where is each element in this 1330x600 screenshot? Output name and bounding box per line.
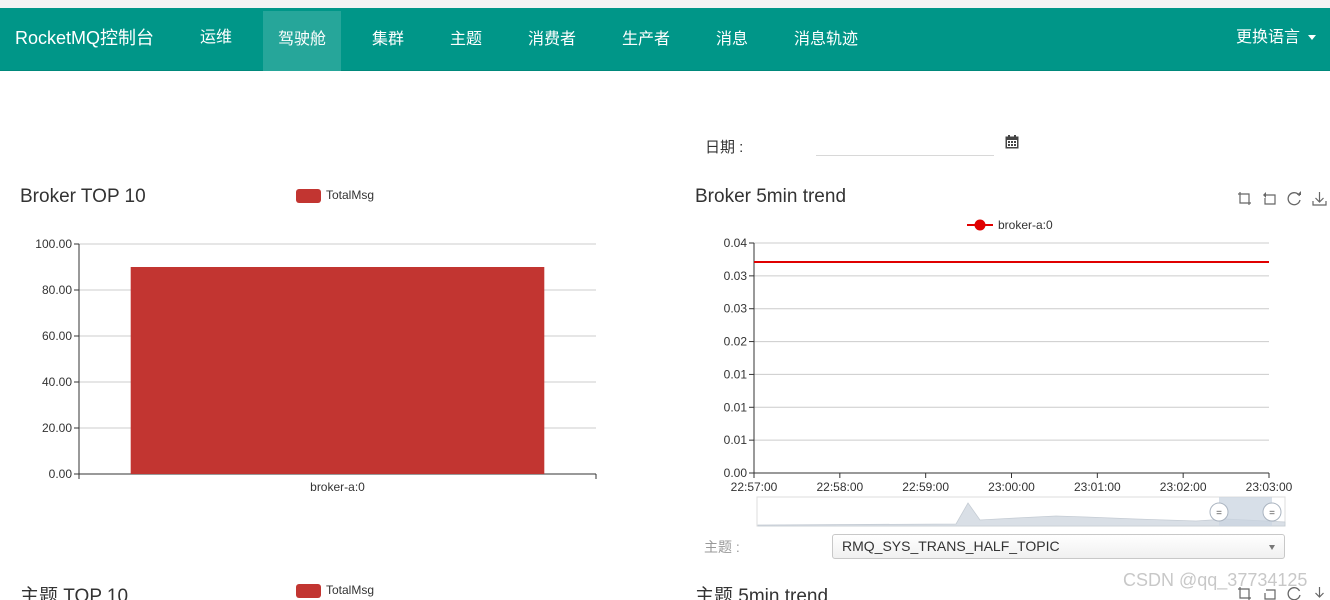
topic-top10-title: 主题 TOP 10: [20, 586, 129, 600]
y-tick-label: 60.00: [42, 329, 72, 343]
y-tick-label: 100.00: [35, 237, 72, 251]
nav-consumer[interactable]: 消费者: [512, 8, 592, 71]
date-label: 日期 :: [705, 139, 744, 156]
chevron-down-icon: [1308, 35, 1316, 41]
brand-title[interactable]: RocketMQ控制台: [15, 8, 154, 71]
topic-select[interactable]: RMQ_SYS_TRANS_HALF_TOPIC: [832, 534, 1285, 559]
broker-top10-title: Broker TOP 10: [20, 186, 146, 207]
trend-legend[interactable]: broker-a:0: [967, 218, 1053, 232]
y-tick-label: 0.03: [724, 269, 748, 283]
nav-cluster[interactable]: 集群: [358, 8, 418, 71]
x-tick-label: 23:03:00: [1246, 480, 1293, 494]
topic-select-value: RMQ_SYS_TRANS_HALF_TOPIC: [842, 538, 1060, 554]
broker-trend-title: Broker 5min trend: [695, 186, 847, 207]
x-tick-label: 22:59:00: [902, 480, 949, 494]
x-tick-label: 23:02:00: [1160, 480, 1207, 494]
nav-producer[interactable]: 生产者: [606, 8, 686, 71]
datazoom-slider[interactable]: = =: [756, 496, 1286, 531]
y-tick-label: 0.01: [724, 433, 748, 447]
nav-topic[interactable]: 主题: [436, 8, 496, 71]
language-dropdown[interactable]: 更换语言: [1236, 8, 1316, 71]
nav-message[interactable]: 消息: [702, 8, 762, 71]
x-tick-label: 23:00:00: [988, 480, 1035, 494]
date-field[interactable]: [816, 131, 994, 156]
legend-label[interactable]: TotalMsg: [326, 188, 374, 202]
trend-legend-label: broker-a:0: [998, 218, 1053, 232]
y-tick-label: 0.00: [724, 466, 748, 480]
broker-top10-chart: 0.00 20.00 40.00 60.00 80.00 100.00 broker-a:0: [35, 237, 597, 494]
y-tick-label: 40.00: [42, 375, 72, 389]
x-tick-label: broker-a:0: [310, 480, 365, 494]
svg-text:=: =: [1269, 508, 1275, 519]
svg-text:=: =: [1216, 508, 1222, 519]
y-tick-label: 80.00: [42, 283, 72, 297]
legend-swatch[interactable]: [296, 584, 321, 598]
legend-label[interactable]: TotalMsg: [326, 583, 374, 597]
download-icon[interactable]: [1312, 191, 1327, 206]
browser-top-strip: [0, 0, 1330, 8]
download-icon[interactable]: [1315, 587, 1324, 598]
x-tick-label: 23:01:00: [1074, 480, 1121, 494]
y-tick-label: 0.04: [724, 236, 748, 250]
nav-ops[interactable]: 运维: [186, 8, 246, 71]
watermark: CSDN @qq_37734125: [1123, 570, 1308, 590]
zoom-reset-icon[interactable]: [1264, 589, 1276, 600]
top-navbar: RocketMQ控制台 运维 驾驶舱 集群 主题 消费者 生产者 消息 消息轨迹…: [0, 8, 1330, 71]
zoom-icon[interactable]: [1237, 191, 1252, 206]
x-tick-label: 22:58:00: [816, 480, 863, 494]
y-tick-label: 0.00: [49, 467, 73, 481]
y-tick-label: 0.01: [724, 400, 748, 414]
topic-trend-title: 主题 5min trend: [695, 586, 829, 600]
broker-trend-chart: broker-a:0 0.00 0.01 0.01 0.01 0.02 0.03 0.03 0…: [724, 218, 1293, 494]
calendar-icon[interactable]: [1005, 135, 1019, 149]
legend-swatch[interactable]: [296, 189, 321, 203]
y-tick-label: 0.01: [724, 367, 748, 381]
zoom-reset-icon[interactable]: [1262, 191, 1277, 206]
bar: [130, 267, 545, 474]
topic-label: 主题 :: [704, 539, 740, 555]
language-label: 更换语言: [1235, 29, 1300, 46]
y-tick-label: 0.02: [724, 335, 748, 349]
y-tick-label: 20.00: [42, 421, 72, 435]
nav-message-trace[interactable]: 消息轨迹: [780, 8, 872, 71]
chevron-down-icon: [1269, 545, 1275, 550]
legend-dot-icon: [974, 219, 986, 231]
restore-icon[interactable]: [1287, 191, 1302, 206]
y-tick-label: 0.03: [724, 302, 748, 316]
nav-dashboard[interactable]: 驾驶舱: [263, 11, 341, 71]
x-tick-label: 22:57:00: [731, 480, 778, 494]
